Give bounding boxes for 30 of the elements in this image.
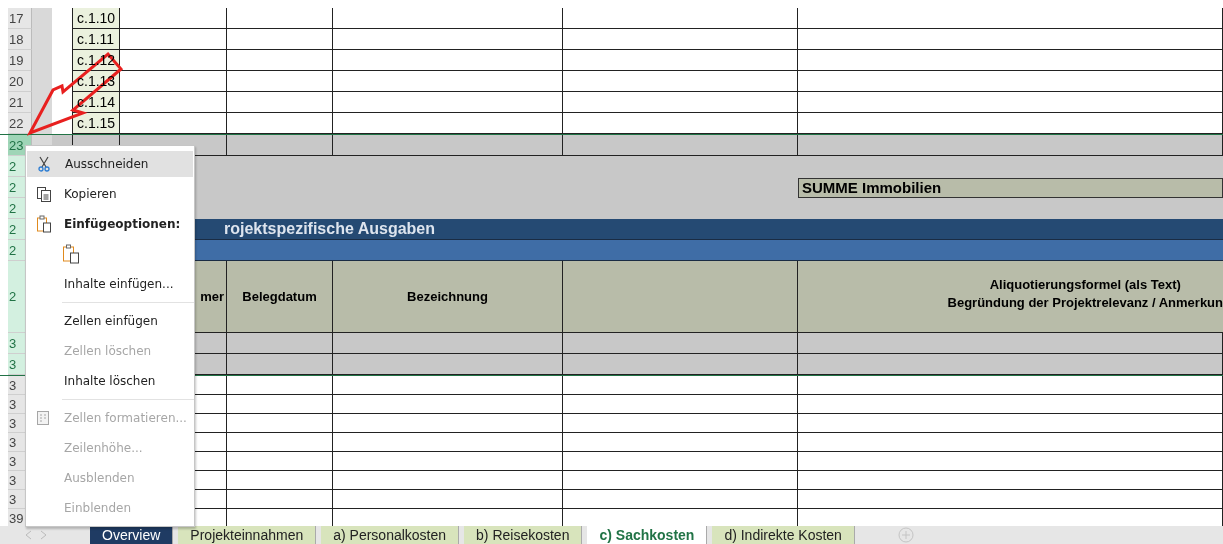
copy-icon [36,186,52,202]
row-number[interactable]: 22 [8,113,32,134]
add-sheet-icon[interactable] [897,527,914,543]
row-number[interactable]: 20 [8,71,32,92]
sheet-tab[interactable]: Projekteinnahmen [178,526,317,544]
row-number[interactable]: 18 [8,29,32,50]
sheet-tab[interactable]: c) Sachkosten [587,526,708,544]
column-header: Belegdatum [227,261,333,333]
sheet-tab[interactable]: b) Reisekosten [464,526,583,544]
table-cell: c.1.10 [72,8,120,29]
paste-option-icon[interactable] [62,244,80,264]
scissors-icon [37,156,51,172]
menu-item[interactable]: Inhalte löschen [26,366,194,396]
row-number[interactable]: 21 [8,92,32,113]
sum-label: SUMME Immobilien [798,177,1223,198]
table-cell: c.1.15 [72,113,120,134]
menu-item[interactable]: Zellen einfügen [26,306,194,336]
column-header: Aliquotierungsformel (als Text) Begründung der Projektrelevanz / Anmerkun [798,261,1223,333]
sheet-tab[interactable]: d) Indirekte Kosten [712,526,855,544]
menu-item[interactable]: Kopieren [26,179,194,209]
table-cell [32,8,52,29]
sheet-tab[interactable]: a) Personalkosten [321,526,460,544]
row-number[interactable]: 19 [8,50,32,71]
row-number[interactable]: 17 [8,8,32,29]
menu-item[interactable]: Ausschneiden [27,151,193,177]
table-cell: c.1.11 [72,29,120,50]
format-cells-icon [36,410,50,426]
menu-item[interactable]: Inhalte einfügen... [26,269,194,299]
column-header: Bezeichnung [333,261,563,333]
paste-icon [36,215,52,233]
